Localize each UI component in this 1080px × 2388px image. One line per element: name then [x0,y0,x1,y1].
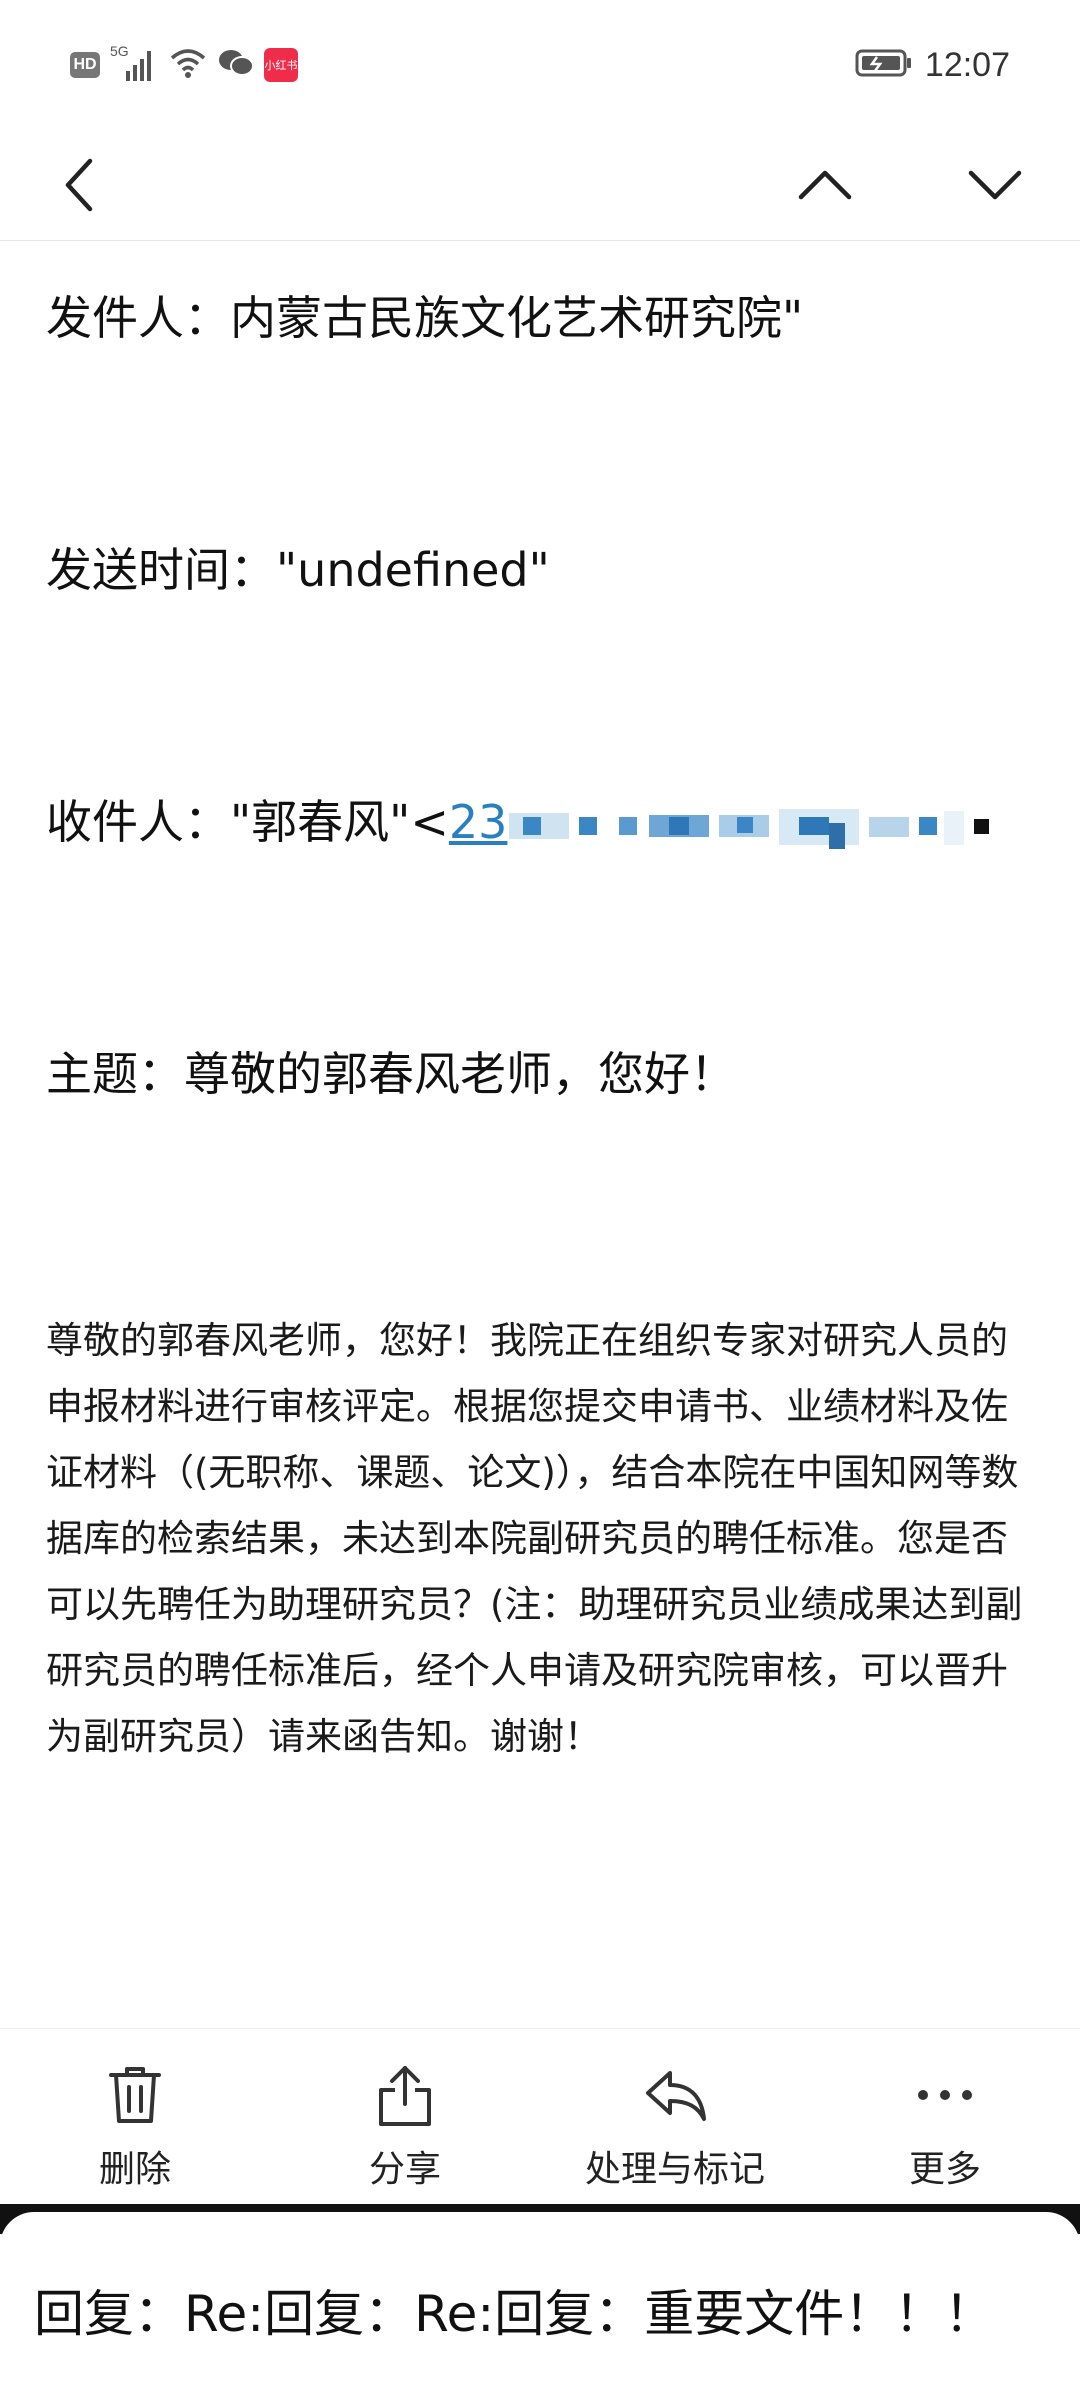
more-label: 更多 [908,2149,981,2190]
back-button[interactable] [40,140,120,230]
share-icon [370,2060,440,2130]
process-and-mark-button[interactable]: 处理与标记 [540,2060,810,2200]
reply-sheet-title: 回复：Re:回复：Re:回复：重要文件！！！ [34,2285,995,2343]
recipient-name: "郭春风"< [230,795,449,849]
status-left: HD 5G 小红书 [70,43,298,84]
trash-icon [100,2060,170,2130]
wifi-icon [168,46,208,84]
send-time-field: 发送时间："undefined" [46,534,550,600]
sender-field: 发件人：内蒙古民族文化艺术研究院" [46,282,803,348]
share-button[interactable]: 分享 [270,2060,540,2200]
toolbar-divider [0,2028,1080,2029]
next-email-button[interactable] [950,140,1040,230]
status-time: 12:07 [924,45,1010,84]
redacted-email-mosaic [509,801,990,851]
send-time-label: 发送时间： [46,543,276,597]
app-notification-badge: 小红书 [264,48,298,82]
share-label: 分享 [368,2149,441,2190]
chevron-left-icon [65,158,93,212]
email-body: 尊敬的郭春风老师，您好！我院正在组织专家对研究人员的申报材料进行审核评定。根据您… [46,1319,1023,1758]
subject-value: 尊敬的郭春风老师，您好！ [184,1047,736,1101]
subject-field: 主题：尊敬的郭春风老师，您好！ [46,1038,736,1104]
reply-icon [640,2060,710,2130]
chevron-down-icon [968,170,1022,200]
reply-bottom-sheet[interactable]: 回复：Re:回复：Re:回复：重要文件！！！ [0,2212,1080,2388]
recipient-email-link[interactable]: 23 [449,795,508,849]
process-and-mark-label: 处理与标记 [584,2149,765,2190]
more-dots-icon [910,2060,980,2130]
battery-icon [855,48,913,82]
wechat-icon [218,47,254,83]
status-bar: HD 5G 小红书 12:07 [0,0,1080,130]
send-time-value: "undefined" [276,543,550,597]
recipient-field: 收件人："郭春风"<23 [46,786,990,852]
sender-value: 内蒙古民族文化艺术研究院" [230,291,804,345]
subject-label: 主题： [46,1047,184,1101]
email-detail-screen: HD 5G 小红书 12:07 发件人：内蒙古民族文化艺术研究院" 发送时间："… [0,0,1080,2388]
more-button[interactable]: 更多 [810,2060,1080,2200]
hd-badge: HD [70,52,100,78]
delete-button[interactable]: 删除 [0,2060,270,2200]
nav-divider [0,240,1080,241]
bottom-toolbar: 删除 分享 处理与标记 更多 [0,2040,1080,2200]
sender-label: 发件人： [46,291,230,345]
signal-icon: 5G [110,43,158,83]
previous-email-button[interactable] [780,140,870,230]
recipient-label: 收件人： [46,795,230,849]
nav-bar [0,130,1080,240]
delete-label: 删除 [98,2149,171,2190]
status-right: 12:07 [855,46,1010,85]
chevron-up-icon [798,170,852,200]
